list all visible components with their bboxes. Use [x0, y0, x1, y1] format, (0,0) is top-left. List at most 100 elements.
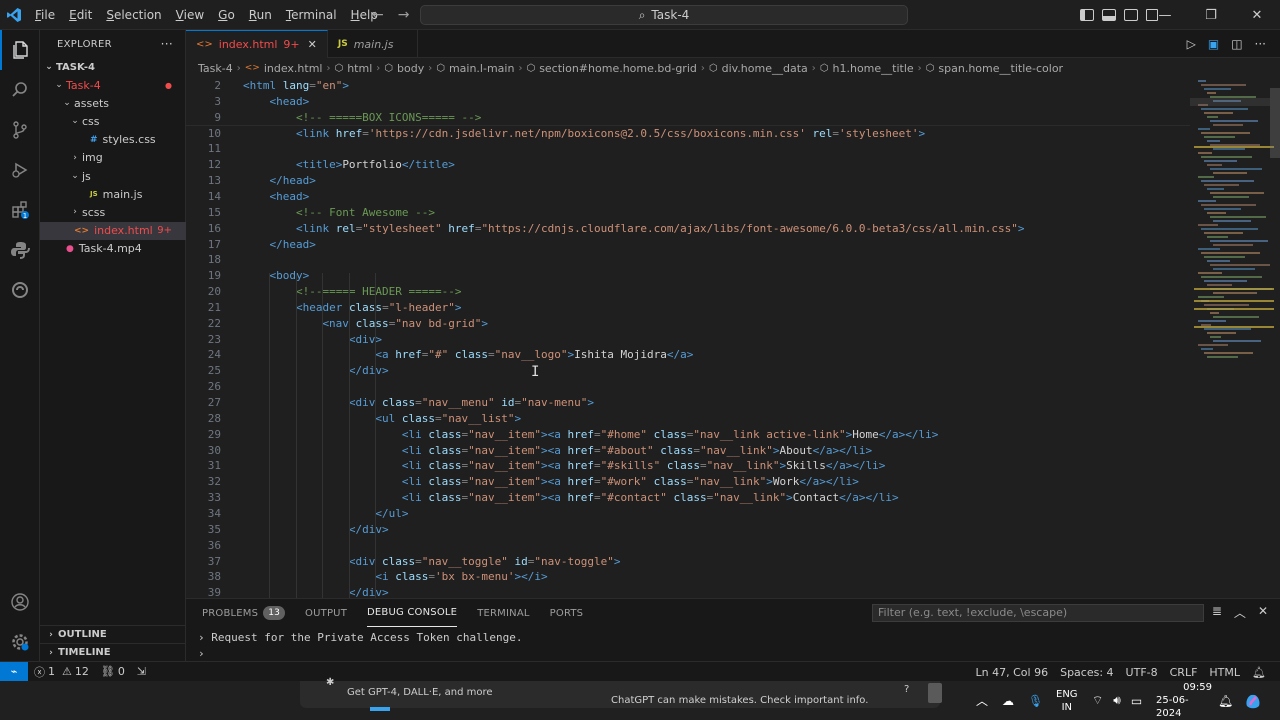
- explorer-header: EXPLORER ···: [40, 30, 185, 58]
- breadcrumb-item[interactable]: ⬡ section#home.home.bd-grid: [526, 62, 696, 75]
- outline-section[interactable]: › OUTLINE: [40, 625, 186, 643]
- end-of-line[interactable]: CRLF: [1164, 666, 1204, 679]
- tab-debug-console[interactable]: DEBUG CONSOLE: [367, 599, 458, 627]
- accounts-icon[interactable]: [0, 582, 40, 622]
- minimap-slider[interactable]: [1190, 98, 1270, 106]
- element-icon: ⬡: [708, 62, 718, 74]
- minimize-button[interactable]: —: [1142, 0, 1188, 30]
- encoding[interactable]: UTF-8: [1120, 666, 1164, 679]
- menu-selection[interactable]: Selection: [99, 0, 168, 30]
- workspace-root[interactable]: ⌄ TASK-4: [40, 58, 186, 76]
- tree-item-css[interactable]: ⌄ css: [40, 112, 186, 130]
- command-center-search[interactable]: ⌕ Task-4: [420, 5, 908, 25]
- language-mode[interactable]: HTML: [1203, 666, 1246, 679]
- menu-run[interactable]: Run: [242, 0, 279, 30]
- copilot-icon[interactable]: [1243, 681, 1263, 720]
- ports-status[interactable]: ⛓ 0: [95, 665, 131, 678]
- manage-gear-icon[interactable]: [0, 622, 40, 662]
- microphone-icon[interactable]: 🎙︎: [1028, 694, 1043, 708]
- input-language[interactable]: ENG IN: [1056, 681, 1078, 720]
- onedrive-cloud-icon[interactable]: ☁: [1002, 694, 1014, 708]
- console-filter-input[interactable]: Filter (e.g. text, !exclude, \escape): [872, 604, 1204, 622]
- tab-label: index.html: [218, 38, 278, 51]
- tab-ports[interactable]: PORTS: [550, 599, 584, 627]
- timeline-section[interactable]: › TIMELINE: [40, 643, 186, 661]
- explorer-icon[interactable]: [0, 30, 40, 70]
- live-preview-icon[interactable]: ▣: [1208, 37, 1219, 51]
- menu-go[interactable]: Go: [211, 0, 242, 30]
- close-window-button[interactable]: ✕: [1234, 0, 1280, 30]
- breadcrumb-item[interactable]: ⬡ span.home__title-color: [926, 62, 1063, 75]
- clock[interactable]: 09:59 25-06-2024: [1156, 681, 1212, 720]
- breadcrumb-item[interactable]: ⬡ h1.home__title: [820, 62, 914, 75]
- tab-main-js[interactable]: JS main.js: [328, 30, 419, 58]
- back-arrow-icon[interactable]: ←: [372, 7, 384, 23]
- close-tab-icon[interactable]: ✕: [308, 38, 317, 51]
- clear-console-icon[interactable]: ≣: [1212, 604, 1222, 621]
- menu-view[interactable]: View: [169, 0, 211, 30]
- toggle-primary-sidebar-icon[interactable]: [1080, 9, 1094, 21]
- toggle-secondary-sidebar-icon[interactable]: [1124, 9, 1138, 21]
- editor-scrollbar[interactable]: [1270, 88, 1280, 158]
- breadcrumb-item[interactable]: ⬡ div.home__data: [709, 62, 808, 75]
- cursor-position[interactable]: Ln 47, Col 96: [970, 666, 1055, 679]
- tree-item-styles-css[interactable]: # styles.css: [40, 131, 186, 149]
- toggle-panel-icon[interactable]: [1102, 9, 1116, 21]
- minimap[interactable]: [1190, 78, 1280, 598]
- tab-problems[interactable]: PROBLEMS 13: [202, 599, 286, 627]
- split-editor-icon[interactable]: ◫: [1231, 37, 1242, 51]
- breadcrumb-item[interactable]: Task-4: [198, 62, 233, 75]
- forward-arrow-icon[interactable]: →: [398, 7, 410, 23]
- breadcrumb-item[interactable]: ⬡ body: [384, 62, 424, 75]
- menu-edit[interactable]: Edit: [62, 0, 99, 30]
- chatgpt-upsell[interactable]: Get GPT-4, DALL·E, and more: [347, 687, 493, 698]
- maximize-panel-icon[interactable]: ︿: [1234, 604, 1246, 621]
- code-line: 30 <li class="nav__item"><a href="#about"…: [186, 443, 1190, 459]
- tree-item-task-4[interactable]: ⌄ Task-4 ●: [40, 76, 186, 94]
- search-view-icon[interactable]: [0, 70, 40, 110]
- live-share-icon[interactable]: ⇲: [131, 665, 152, 678]
- code-line: 32 <li class="nav__item"><a href="#work" …: [186, 474, 1190, 490]
- tree-item-index-html[interactable]: <> index.html 9+: [40, 221, 186, 240]
- notification-bell-icon[interactable]: 🔔︎: [1218, 681, 1233, 720]
- expand-chevron-icon[interactable]: ›: [198, 631, 205, 644]
- tab-terminal[interactable]: TERMINAL: [477, 599, 529, 627]
- quick-settings[interactable]: ⌔ 🔊︎ ▭: [1092, 681, 1142, 720]
- menu-terminal[interactable]: Terminal: [279, 0, 344, 30]
- restore-button[interactable]: ❐: [1188, 0, 1234, 30]
- code-line: 19 <body>: [186, 268, 1190, 284]
- breadcrumb-item[interactable]: <> index.html: [245, 62, 323, 75]
- close-panel-icon[interactable]: ✕: [1258, 604, 1268, 621]
- scroll-thumb[interactable]: [928, 683, 942, 703]
- problems-status[interactable]: ⓧ 1 ⚠ 12: [28, 664, 95, 680]
- run-debug-icon[interactable]: [0, 150, 40, 190]
- source-control-icon[interactable]: [0, 110, 40, 150]
- tree-item-task-4-mp4[interactable]: ● Task-4.mp4: [40, 240, 186, 258]
- prompt-chevron-icon: ›: [198, 647, 205, 660]
- run-icon[interactable]: ▷: [1187, 37, 1196, 51]
- tree-item-js[interactable]: ⌄ js: [40, 167, 186, 185]
- show-hidden-icons-chevron-icon[interactable]: ︿: [976, 692, 988, 709]
- console-prompt[interactable]: ›: [198, 647, 205, 660]
- remote-explorer-icon[interactable]: [0, 270, 40, 310]
- code-editor[interactable]: 2 <html lang="en"> 3 <head> 9 <!-- =====BOX I…: [186, 78, 1190, 598]
- tree-item-img[interactable]: › img: [40, 149, 186, 167]
- chatgpt-help-button[interactable]: ?: [904, 684, 909, 695]
- remote-indicator[interactable]: ⌁: [0, 661, 28, 682]
- menu-file[interactable]: File: [28, 0, 62, 30]
- python-icon[interactable]: [0, 230, 40, 270]
- start-button[interactable]: [370, 707, 390, 711]
- tab-index-html[interactable]: <> index.html 9+ ✕: [186, 30, 328, 58]
- notifications-bell-icon[interactable]: 🔔︎: [1246, 666, 1272, 679]
- more-actions-icon[interactable]: ···: [1255, 37, 1266, 51]
- breadcrumb-item[interactable]: ⬡ html: [334, 62, 372, 75]
- code-text: <html lang="en">: [243, 79, 349, 92]
- tree-item-main-js[interactable]: JS main.js: [40, 185, 186, 203]
- tab-output[interactable]: OUTPUT: [305, 599, 347, 627]
- tree-item-scss[interactable]: › scss: [40, 203, 186, 221]
- tree-item-assets[interactable]: ⌄ assets: [40, 94, 186, 112]
- breadcrumb-item[interactable]: ⬡ main.l-main: [436, 62, 514, 75]
- indentation[interactable]: Spaces: 4: [1054, 666, 1119, 679]
- explorer-more-icon[interactable]: ···: [161, 37, 173, 51]
- extensions-icon[interactable]: 1: [0, 190, 40, 230]
